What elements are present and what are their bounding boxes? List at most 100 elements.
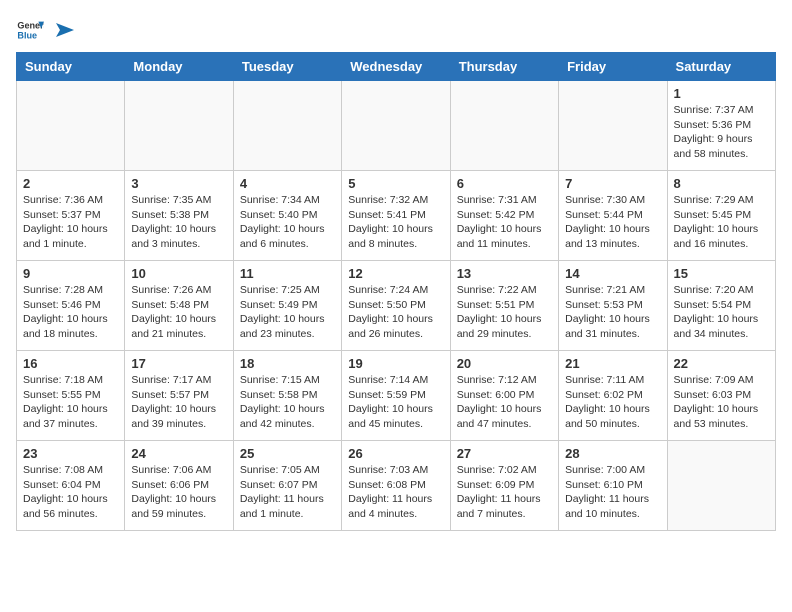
day-info: Sunrise: 7:35 AM Sunset: 5:38 PM Dayligh…: [131, 193, 226, 252]
calendar-cell: 3 Sunrise: 7:35 AM Sunset: 5:38 PM Daylig…: [125, 171, 233, 261]
day-info: Sunrise: 7:34 AM Sunset: 5:40 PM Dayligh…: [240, 193, 335, 252]
calendar-cell: [450, 81, 558, 171]
day-info: Sunrise: 7:11 AM Sunset: 6:02 PM Dayligh…: [565, 373, 660, 432]
calendar-cell: 6 Sunrise: 7:31 AM Sunset: 5:42 PM Daylig…: [450, 171, 558, 261]
day-number: 6: [457, 176, 552, 191]
day-number: 18: [240, 356, 335, 371]
calendar-cell: 9 Sunrise: 7:28 AM Sunset: 5:46 PM Daylig…: [17, 261, 125, 351]
calendar-cell: 22 Sunrise: 7:09 AM Sunset: 6:03 PM Dayli…: [667, 351, 775, 441]
day-info: Sunrise: 7:17 AM Sunset: 5:57 PM Dayligh…: [131, 373, 226, 432]
day-number: 24: [131, 446, 226, 461]
calendar-cell: 10 Sunrise: 7:26 AM Sunset: 5:48 PM Dayli…: [125, 261, 233, 351]
day-number: 23: [23, 446, 118, 461]
week-row-2: 9 Sunrise: 7:28 AM Sunset: 5:46 PM Daylig…: [17, 261, 776, 351]
calendar-cell: 28 Sunrise: 7:00 AM Sunset: 6:10 PM Dayli…: [559, 441, 667, 531]
day-info: Sunrise: 7:12 AM Sunset: 6:00 PM Dayligh…: [457, 373, 552, 432]
calendar-cell: 20 Sunrise: 7:12 AM Sunset: 6:00 PM Dayli…: [450, 351, 558, 441]
day-number: 2: [23, 176, 118, 191]
day-info: Sunrise: 7:00 AM Sunset: 6:10 PM Dayligh…: [565, 463, 660, 522]
day-number: 10: [131, 266, 226, 281]
weekday-header-friday: Friday: [559, 53, 667, 81]
day-number: 15: [674, 266, 769, 281]
calendar-cell: 5 Sunrise: 7:32 AM Sunset: 5:41 PM Daylig…: [342, 171, 450, 261]
weekday-header-tuesday: Tuesday: [233, 53, 341, 81]
weekday-header-thursday: Thursday: [450, 53, 558, 81]
weekday-header-saturday: Saturday: [667, 53, 775, 81]
calendar-cell: 2 Sunrise: 7:36 AM Sunset: 5:37 PM Daylig…: [17, 171, 125, 261]
header: General Blue: [16, 16, 776, 44]
day-info: Sunrise: 7:03 AM Sunset: 6:08 PM Dayligh…: [348, 463, 443, 522]
day-number: 7: [565, 176, 660, 191]
day-info: Sunrise: 7:18 AM Sunset: 5:55 PM Dayligh…: [23, 373, 118, 432]
day-info: Sunrise: 7:20 AM Sunset: 5:54 PM Dayligh…: [674, 283, 769, 342]
day-info: Sunrise: 7:26 AM Sunset: 5:48 PM Dayligh…: [131, 283, 226, 342]
logo-icon: General Blue: [16, 16, 44, 44]
day-number: 8: [674, 176, 769, 191]
day-info: Sunrise: 7:05 AM Sunset: 6:07 PM Dayligh…: [240, 463, 335, 522]
calendar-cell: 21 Sunrise: 7:11 AM Sunset: 6:02 PM Dayli…: [559, 351, 667, 441]
calendar-cell: 14 Sunrise: 7:21 AM Sunset: 5:53 PM Dayli…: [559, 261, 667, 351]
weekday-header-row: SundayMondayTuesdayWednesdayThursdayFrid…: [17, 53, 776, 81]
day-number: 3: [131, 176, 226, 191]
day-number: 20: [457, 356, 552, 371]
calendar-table: SundayMondayTuesdayWednesdayThursdayFrid…: [16, 52, 776, 531]
day-number: 17: [131, 356, 226, 371]
week-row-0: 1Sunrise: 7:37 AM Sunset: 5:36 PM Daylig…: [17, 81, 776, 171]
day-info: Sunrise: 7:28 AM Sunset: 5:46 PM Dayligh…: [23, 283, 118, 342]
calendar-cell: [17, 81, 125, 171]
calendar-cell: 7 Sunrise: 7:30 AM Sunset: 5:44 PM Daylig…: [559, 171, 667, 261]
weekday-header-sunday: Sunday: [17, 53, 125, 81]
day-number: 14: [565, 266, 660, 281]
day-info: Sunrise: 7:32 AM Sunset: 5:41 PM Dayligh…: [348, 193, 443, 252]
day-info: Sunrise: 7:22 AM Sunset: 5:51 PM Dayligh…: [457, 283, 552, 342]
calendar-cell: 16 Sunrise: 7:18 AM Sunset: 5:55 PM Dayli…: [17, 351, 125, 441]
logo-arrow-icon: [52, 19, 74, 41]
day-number: 5: [348, 176, 443, 191]
day-number: 1: [674, 86, 769, 101]
day-number: 28: [565, 446, 660, 461]
day-info: Sunrise: 7:31 AM Sunset: 5:42 PM Dayligh…: [457, 193, 552, 252]
svg-text:Blue: Blue: [17, 30, 37, 40]
calendar-cell: 4 Sunrise: 7:34 AM Sunset: 5:40 PM Daylig…: [233, 171, 341, 261]
calendar-cell: [342, 81, 450, 171]
week-row-4: 23 Sunrise: 7:08 AM Sunset: 6:04 PM Dayli…: [17, 441, 776, 531]
calendar-cell: [125, 81, 233, 171]
calendar-cell: [233, 81, 341, 171]
day-number: 27: [457, 446, 552, 461]
calendar-cell: 15 Sunrise: 7:20 AM Sunset: 5:54 PM Dayli…: [667, 261, 775, 351]
logo: General Blue: [16, 16, 74, 44]
day-info: Sunrise: 7:15 AM Sunset: 5:58 PM Dayligh…: [240, 373, 335, 432]
calendar-cell: 17 Sunrise: 7:17 AM Sunset: 5:57 PM Dayli…: [125, 351, 233, 441]
day-number: 26: [348, 446, 443, 461]
calendar-cell: 19Sunrise: 7:14 AM Sunset: 5:59 PM Dayli…: [342, 351, 450, 441]
day-number: 4: [240, 176, 335, 191]
day-number: 9: [23, 266, 118, 281]
day-info: Sunrise: 7:08 AM Sunset: 6:04 PM Dayligh…: [23, 463, 118, 522]
week-row-1: 2 Sunrise: 7:36 AM Sunset: 5:37 PM Daylig…: [17, 171, 776, 261]
day-info: Sunrise: 7:09 AM Sunset: 6:03 PM Dayligh…: [674, 373, 769, 432]
calendar-cell: 27 Sunrise: 7:02 AM Sunset: 6:09 PM Dayli…: [450, 441, 558, 531]
day-number: 16: [23, 356, 118, 371]
calendar-cell: [559, 81, 667, 171]
day-number: 13: [457, 266, 552, 281]
day-info: Sunrise: 7:14 AM Sunset: 5:59 PM Dayligh…: [348, 373, 443, 432]
day-number: 22: [674, 356, 769, 371]
day-number: 12: [348, 266, 443, 281]
weekday-header-wednesday: Wednesday: [342, 53, 450, 81]
calendar-cell: 13 Sunrise: 7:22 AM Sunset: 5:51 PM Dayli…: [450, 261, 558, 351]
day-number: 21: [565, 356, 660, 371]
calendar-cell: 8 Sunrise: 7:29 AM Sunset: 5:45 PM Daylig…: [667, 171, 775, 261]
day-info: Sunrise: 7:36 AM Sunset: 5:37 PM Dayligh…: [23, 193, 118, 252]
day-info: Sunrise: 7:24 AM Sunset: 5:50 PM Dayligh…: [348, 283, 443, 342]
calendar-cell: 26 Sunrise: 7:03 AM Sunset: 6:08 PM Dayli…: [342, 441, 450, 531]
calendar-cell: 11Sunrise: 7:25 AM Sunset: 5:49 PM Dayli…: [233, 261, 341, 351]
day-info: Sunrise: 7:02 AM Sunset: 6:09 PM Dayligh…: [457, 463, 552, 522]
day-info: Sunrise: 7:06 AM Sunset: 6:06 PM Dayligh…: [131, 463, 226, 522]
calendar-cell: 18 Sunrise: 7:15 AM Sunset: 5:58 PM Dayli…: [233, 351, 341, 441]
weekday-header-monday: Monday: [125, 53, 233, 81]
calendar-cell: 24 Sunrise: 7:06 AM Sunset: 6:06 PM Dayli…: [125, 441, 233, 531]
calendar-cell: 23 Sunrise: 7:08 AM Sunset: 6:04 PM Dayli…: [17, 441, 125, 531]
day-info: Sunrise: 7:30 AM Sunset: 5:44 PM Dayligh…: [565, 193, 660, 252]
day-info: Sunrise: 7:29 AM Sunset: 5:45 PM Dayligh…: [674, 193, 769, 252]
day-info: Sunrise: 7:21 AM Sunset: 5:53 PM Dayligh…: [565, 283, 660, 342]
